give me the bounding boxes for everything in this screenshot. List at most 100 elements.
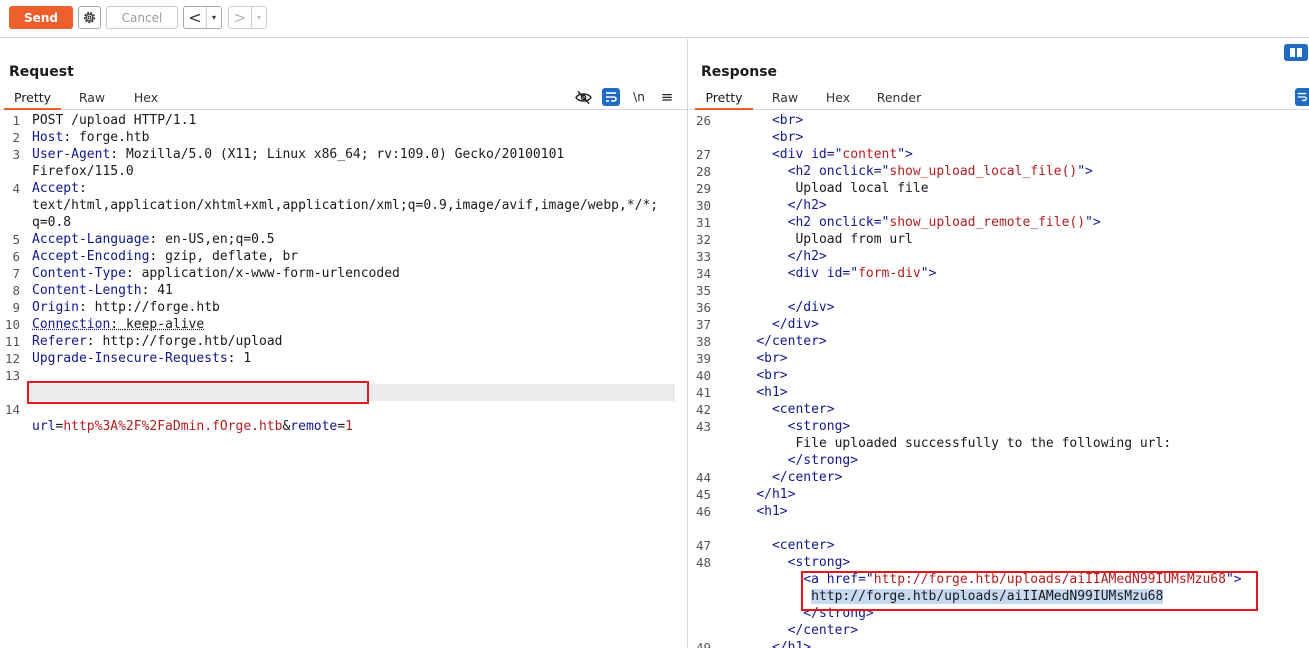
request-line[interactable]: 5 Accept-Language: en-US,en;q=0.5 bbox=[0, 231, 687, 248]
response-line[interactable] bbox=[689, 520, 1309, 537]
response-line[interactable]: </strong> bbox=[689, 452, 1309, 469]
tab-pretty[interactable]: Pretty bbox=[4, 88, 61, 110]
response-line[interactable]: 40 <br> bbox=[689, 367, 1309, 384]
response-line[interactable]: 41 <h1> bbox=[689, 384, 1309, 401]
send-button[interactable]: Send bbox=[9, 6, 73, 29]
line-code: Accept-Language: en-US,en;q=0.5 bbox=[32, 231, 275, 248]
html-tag: =" bbox=[873, 215, 890, 230]
html-tag: =" bbox=[873, 164, 890, 179]
tab-hex[interactable]: Hex bbox=[817, 88, 859, 110]
newline-toggle-icon[interactable]: \n bbox=[630, 88, 648, 106]
request-line[interactable]: Firefox/115.0 bbox=[0, 163, 687, 180]
request-line[interactable]: 3 User-Agent: Mozilla/5.0 (X11; Linux x86… bbox=[0, 146, 687, 163]
request-editor[interactable]: 1 POST /upload HTTP/1.1 2 Host: forge.htb 3 U… bbox=[0, 112, 687, 648]
request-line[interactable]: 7 Content-Type: application/x-www-form-ur… bbox=[0, 265, 687, 282]
response-line[interactable]: 49 </h1> bbox=[689, 639, 1309, 648]
tab-render[interactable]: Render bbox=[869, 88, 929, 110]
html-tag: </div> bbox=[771, 317, 819, 332]
request-line[interactable]: 10 Connection: keep-alive bbox=[0, 316, 687, 333]
menu-icon[interactable]: ≡ bbox=[658, 88, 676, 106]
request-line[interactable]: 4 Accept: bbox=[0, 180, 687, 197]
response-line[interactable]: 27 <div id="content"> bbox=[689, 146, 1309, 163]
request-line[interactable]: 12 Upgrade-Insecure-Requests: 1 bbox=[0, 350, 687, 367]
request-line[interactable]: q=0.8 bbox=[0, 214, 687, 231]
back-icon[interactable]: < bbox=[184, 7, 206, 28]
response-line[interactable]: 38 </center> bbox=[689, 333, 1309, 350]
history-forward-group: > ▾ bbox=[228, 6, 267, 29]
html-tag: </center> bbox=[771, 470, 843, 485]
line-code: Accept-Encoding: gzip, deflate, br bbox=[32, 248, 298, 265]
request-line[interactable]: 2 Host: forge.htb bbox=[0, 129, 687, 146]
response-line[interactable]: 30 </h2> bbox=[689, 197, 1309, 214]
response-line[interactable]: 34 <div id="form-div"> bbox=[689, 265, 1309, 282]
request-line[interactable]: 11 Referer: http://forge.htb/upload bbox=[0, 333, 687, 350]
attribute-value: form-div bbox=[858, 266, 921, 281]
response-line[interactable]: 45 </h1> bbox=[689, 486, 1309, 503]
response-line[interactable]: 43 <strong> bbox=[689, 418, 1309, 435]
response-line[interactable]: 35 bbox=[689, 282, 1309, 299]
line-code: POST /upload HTTP/1.1 bbox=[32, 112, 196, 129]
html-tag: <strong> bbox=[787, 555, 851, 570]
header-value: Mozilla/5.0 (X11; Linux x86_64; rv:109.0… bbox=[125, 147, 565, 162]
response-line[interactable]: 33 </h2> bbox=[689, 248, 1309, 265]
response-line[interactable]: 48 <strong> bbox=[689, 554, 1309, 571]
request-line[interactable]: 8 Content-Length: 41 bbox=[0, 282, 687, 299]
settings-button[interactable] bbox=[78, 6, 101, 29]
wrap-lines-button[interactable] bbox=[602, 88, 620, 106]
attribute-value: content bbox=[842, 147, 898, 162]
response-line[interactable]: 29 Upload local file bbox=[689, 180, 1309, 197]
forward-icon[interactable]: > bbox=[229, 7, 251, 28]
response-line[interactable]: 42 <center> bbox=[689, 401, 1309, 418]
response-line[interactable]: </center> bbox=[689, 622, 1309, 639]
request-line[interactable]: 9 Origin: http://forge.htb bbox=[0, 299, 687, 316]
html-tag: </h1> bbox=[756, 487, 796, 502]
chevron-down-icon[interactable]: ▾ bbox=[206, 7, 221, 28]
response-line[interactable]: File uploaded successfully to the follow… bbox=[689, 435, 1309, 452]
html-tag: "> bbox=[920, 266, 937, 281]
tab-raw[interactable]: Raw bbox=[68, 88, 116, 110]
header-value: en-US,en;q=0.5 bbox=[165, 232, 275, 247]
line-code: User-Agent: Mozilla/5.0 (X11; Linux x86_… bbox=[32, 146, 564, 163]
chevron-down-icon[interactable]: ▾ bbox=[251, 7, 266, 28]
html-attribute: onclick bbox=[818, 164, 874, 179]
response-line[interactable]: 46 <h1> bbox=[689, 503, 1309, 520]
request-line[interactable]: 1 POST /upload HTTP/1.1 bbox=[0, 112, 687, 129]
response-pane: Response Pretty Raw Hex Render 26 <br> <br… bbox=[689, 39, 1309, 648]
tab-hex[interactable]: Hex bbox=[124, 88, 168, 110]
line-code: Upload local file bbox=[795, 180, 928, 197]
html-tag: </div> bbox=[787, 300, 835, 315]
html-tag: <h1> bbox=[756, 504, 788, 519]
response-editor[interactable]: 26 <br> <br> 27 <div id="content"> 28 <h2 oncl… bbox=[689, 112, 1309, 648]
response-line[interactable]: 47 <center> bbox=[689, 537, 1309, 554]
request-line[interactable]: text/html,application/xhtml+xml,applicat… bbox=[0, 197, 687, 214]
response-line[interactable]: 31 <h2 onclick="show_upload_remote_file()… bbox=[689, 214, 1309, 231]
response-line[interactable]: <br> bbox=[689, 129, 1309, 146]
request-line[interactable]: 6 Accept-Encoding: gzip, deflate, br bbox=[0, 248, 687, 265]
hide-nonprintable-button[interactable] bbox=[574, 88, 592, 106]
line-number: 28 bbox=[695, 164, 711, 179]
line-code: <center> bbox=[772, 401, 835, 418]
response-line[interactable]: 32 Upload from url bbox=[689, 231, 1309, 248]
tab-pretty[interactable]: Pretty bbox=[695, 88, 753, 110]
wrap-lines-button[interactable] bbox=[1295, 88, 1309, 106]
request-body[interactable]: url=http%3A%2F%2FaDmin.fOrge.htb&remote=… bbox=[32, 418, 353, 435]
line-code: Content-Length: 41 bbox=[32, 282, 173, 299]
response-line[interactable]: 26 <br> bbox=[689, 112, 1309, 129]
layout-toggle-button[interactable] bbox=[1284, 44, 1308, 61]
response-lines: 26 <br> <br> 27 <div id="content"> 28 <h2 oncl… bbox=[689, 112, 1309, 648]
header-separator: : bbox=[141, 283, 158, 298]
tab-raw[interactable]: Raw bbox=[761, 88, 809, 110]
response-line[interactable]: 37 </div> bbox=[689, 316, 1309, 333]
line-number: 14 bbox=[4, 402, 20, 417]
response-line[interactable]: 39 <br> bbox=[689, 350, 1309, 367]
param-url-value: http%3A%2F%2FaDmin.fOrge.htb bbox=[63, 419, 283, 434]
response-line[interactable]: 28 <h2 onclick="show_upload_local_file()"… bbox=[689, 163, 1309, 180]
gear-icon bbox=[83, 11, 96, 24]
attribute-value: show_upload_remote_file() bbox=[889, 215, 1086, 230]
wrap-lines-icon bbox=[606, 92, 617, 102]
cancel-button[interactable]: Cancel bbox=[106, 6, 178, 29]
response-line[interactable]: 36 </div> bbox=[689, 299, 1309, 316]
response-line[interactable]: 44 </center> bbox=[689, 469, 1309, 486]
line-code: Connection: keep-alive bbox=[32, 316, 204, 333]
line-number: 48 bbox=[695, 555, 711, 570]
